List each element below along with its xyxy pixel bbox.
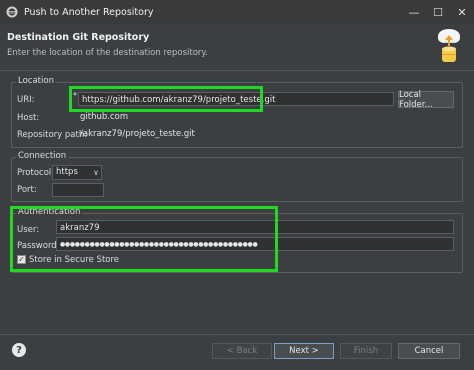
finish-button[interactable]: Finish [340,343,392,359]
local-folder-button[interactable]: Local Folder... [398,90,454,110]
host-label: Host: [17,113,40,123]
uri-label: URI: [17,95,35,105]
banner-separator [0,70,474,71]
port-input[interactable] [52,183,104,197]
title-bar: Push to Another Repository — ☐ ✕ [0,0,474,24]
footer-separator [0,334,474,335]
protocol-label: Protocol: [17,168,55,178]
uri-highlight-box [69,86,263,112]
eclipse-app-icon [6,6,18,18]
protocol-select[interactable]: https ∨ [52,165,102,180]
repository-path-value[interactable]: /akranz79/projeto_teste.git [80,129,195,139]
protocol-value: https [56,167,78,177]
port-label: Port: [17,185,37,195]
minimize-button[interactable]: — [402,0,426,24]
wizard-banner: Destination Git Repository Enter the loc… [0,24,474,70]
back-button[interactable]: < Back [212,343,272,359]
window-title: Push to Another Repository [24,6,154,18]
close-button[interactable]: ✕ [450,0,474,24]
help-icon[interactable]: ? [12,343,26,357]
page-subtitle: Enter the location of the destination re… [7,48,208,58]
git-cloud-push-icon [438,29,460,62]
next-button[interactable]: Next > [274,343,334,359]
authentication-highlight-box [10,206,278,272]
location-legend: Location [16,76,56,86]
cancel-button[interactable]: Cancel [398,343,460,359]
chevron-down-icon: ∨ [93,168,99,177]
connection-legend: Connection [16,151,69,161]
host-value[interactable]: github.com [80,112,128,122]
repository-path-label: Repository path: [17,130,88,140]
maximize-button[interactable]: ☐ [426,0,450,24]
page-title: Destination Git Repository [7,32,150,43]
